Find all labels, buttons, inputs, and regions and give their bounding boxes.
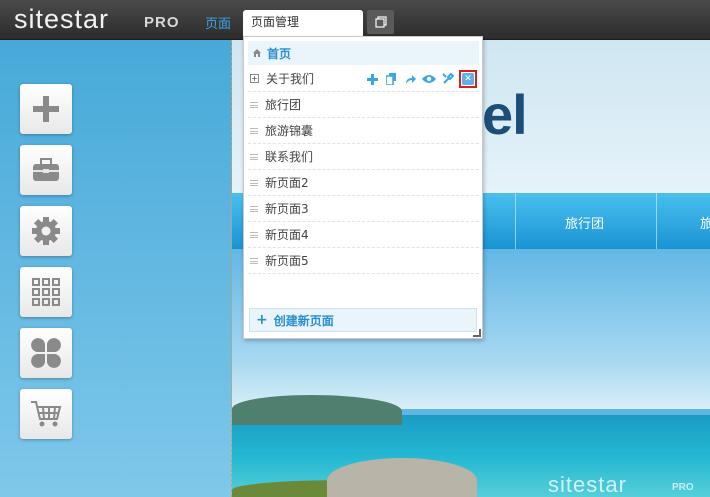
cart-icon (31, 401, 62, 427)
page-settings-button[interactable] (440, 71, 456, 87)
redirect-page-button[interactable] (402, 71, 418, 87)
page-item-label: 新页面2 (265, 176, 309, 190)
clover-icon (31, 338, 61, 368)
drag-handle-icon[interactable] (250, 205, 258, 212)
home-icon (253, 49, 261, 57)
copy-page-action[interactable] (383, 71, 399, 87)
redirect-icon (405, 74, 416, 84)
page-item[interactable]: 旅游锦囊 (248, 118, 479, 144)
page-item[interactable]: 新页面4 (248, 222, 479, 248)
shop-button[interactable] (20, 389, 72, 439)
toolbox-icon (33, 158, 59, 181)
app-logo-suffix: PRO (144, 14, 180, 31)
watermark-logo-suffix: PRO (672, 482, 694, 493)
gear-icon (32, 217, 60, 245)
settings-button[interactable] (20, 206, 72, 256)
drag-handle-icon[interactable] (250, 231, 258, 238)
page-item[interactable]: 旅行团 (248, 92, 479, 118)
page-manager-select[interactable]: 页面管理 (243, 10, 363, 36)
plus-icon: + (256, 312, 268, 328)
drag-handle-icon[interactable] (250, 257, 258, 264)
add-icon (366, 73, 378, 85)
page-row-actions: ✕ (364, 70, 477, 88)
hero-title: el (482, 83, 528, 146)
page-item-label: 旅行团 (265, 98, 302, 112)
page-item-home[interactable]: 首页 (248, 41, 479, 65)
site-menu-item[interactable]: 旅行团 (565, 213, 604, 232)
menu-separator (515, 193, 516, 249)
delete-icon: ✕ (462, 73, 474, 85)
copy-icon (374, 16, 387, 28)
page-item[interactable]: 新页面5 (248, 248, 479, 274)
app-logo: sitestar (14, 4, 110, 34)
page-item-label: 联系我们 (265, 150, 314, 164)
toolbox-button[interactable] (20, 145, 72, 195)
watermark-logo: sitestar (548, 472, 627, 497)
page-item-label: 新页面3 (265, 202, 309, 216)
top-bar: sitestar PRO 页面 页面管理 (0, 0, 710, 40)
add-subpage-button[interactable] (364, 71, 380, 87)
island-image (232, 395, 402, 425)
create-page-button[interactable]: + 创建新页面 (249, 308, 477, 332)
page-item-label: 旅游锦囊 (265, 124, 314, 138)
site-menu-item[interactable]: 旅 (700, 213, 710, 232)
page-manager-panel: 首页 + 关于我们 ✕ 旅行团 旅游锦囊 联系我们 新页面2 新页面3 新页面4… (243, 36, 483, 339)
drag-handle-icon[interactable] (250, 127, 258, 134)
page-item-label: 关于我们 (266, 72, 315, 86)
drag-handle-icon[interactable] (250, 179, 258, 186)
delete-page-button[interactable]: ✕ (459, 70, 477, 88)
add-icon (33, 96, 59, 122)
resize-handle-icon[interactable] (473, 329, 481, 337)
page-item[interactable]: 新页面3 (248, 196, 479, 222)
page-item[interactable]: 联系我们 (248, 144, 479, 170)
page-item[interactable]: 新页面2 (248, 170, 479, 196)
grid-icon (32, 278, 60, 306)
preview-page-button[interactable] (421, 71, 437, 87)
drag-handle-icon[interactable] (250, 153, 258, 160)
expand-toggle-icon[interactable]: + (250, 74, 259, 83)
copy-icon (385, 73, 396, 85)
nav-pages-link[interactable]: 页面 (205, 13, 231, 32)
menu-separator (656, 193, 657, 249)
page-item-label: 新页面5 (265, 254, 309, 268)
page-item-label: 首页 (267, 46, 292, 61)
add-element-button[interactable] (20, 84, 72, 134)
copy-page-button[interactable] (367, 10, 394, 34)
create-page-label: 创建新页面 (273, 313, 334, 328)
settings-icon (442, 73, 454, 84)
page-item[interactable]: + 关于我们 ✕ (248, 66, 479, 92)
view-icon (422, 75, 436, 83)
rocks-image (327, 458, 477, 497)
drag-handle-icon[interactable] (250, 101, 258, 108)
layout-grid-button[interactable] (20, 267, 72, 317)
apps-button[interactable] (20, 328, 72, 378)
page-item-label: 新页面4 (265, 228, 309, 242)
